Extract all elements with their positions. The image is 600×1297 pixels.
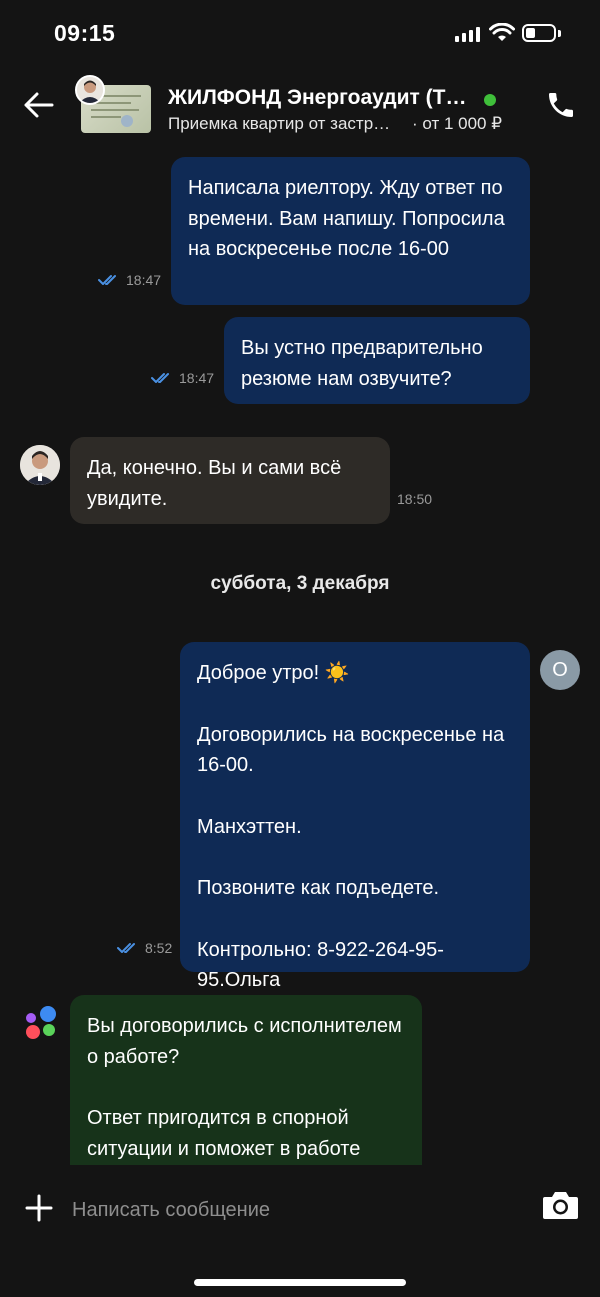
date-separator: суббота, 3 декабря: [210, 573, 390, 594]
camera-icon[interactable]: [542, 1190, 579, 1220]
battery-tip: [558, 30, 561, 37]
message-text: Написала риелтору. Жду ответ по времени.…: [188, 177, 505, 260]
home-indicator: [194, 1279, 406, 1286]
message-paragraph: Манхэттен.: [197, 815, 302, 838]
message-text: Вы устно предварительно резюме нам озвуч…: [241, 337, 483, 390]
phone-icon[interactable]: [545, 89, 577, 121]
back-arrow-icon[interactable]: [22, 90, 56, 120]
user-avatar[interactable]: О: [540, 650, 580, 690]
message-text: Да, конечно. Вы и сами всё увидите.: [87, 457, 342, 510]
message-paragraph: Договорились на воскресенье на 16-00.: [197, 723, 505, 777]
message-time: 18:47: [126, 272, 162, 288]
message-bubble-outgoing[interactable]: Доброе утро! ☀️ Договорились на воскресе…: [180, 642, 530, 991]
status-time: 09:15: [54, 20, 116, 46]
read-checks-icon: [98, 275, 116, 285]
battery-icon: [522, 24, 556, 42]
message-bubble-outgoing[interactable]: Написала риелтору. Жду ответ по времени.…: [171, 157, 530, 305]
listing-price: · от 1 000 ₽: [412, 114, 503, 133]
chat-title[interactable]: ЖИЛФОНД Энергоаудит (Т…: [168, 86, 466, 110]
composer-bar: [0, 1165, 600, 1297]
message-paragraph: Контрольно: 8-922-264-95-95.Ольга: [197, 938, 444, 992]
message-paragraph: Вы договорились с исполнителем о работе?: [87, 1015, 402, 1068]
message-paragraph: Ответ пригодится в спорной ситуации и по…: [87, 1107, 361, 1160]
plus-icon[interactable]: [25, 1194, 53, 1222]
message-meta: 18:47: [151, 370, 214, 386]
wifi-icon: [489, 23, 515, 41]
contact-avatar-small: [75, 75, 105, 105]
message-time: 18:47: [179, 370, 215, 386]
contact-avatar[interactable]: [20, 445, 60, 485]
message-paragraph: Доброе утро! ☀️: [197, 662, 350, 684]
message-time: 18:50: [397, 491, 433, 507]
message-bubble-incoming[interactable]: Да, конечно. Вы и сами всё увидите.: [70, 437, 390, 524]
message-time: 8:52: [145, 940, 173, 956]
listing-subtitle[interactable]: Приемка квартир от застр…: [168, 114, 390, 134]
read-checks-icon: [117, 943, 135, 953]
message-paragraph: Позвоните как подъедете.: [197, 877, 440, 899]
message-meta: 18:47: [98, 272, 161, 288]
message-meta: 18:50: [397, 491, 432, 507]
cellular-signal-icon: [455, 26, 480, 42]
message-meta: 8:52: [117, 940, 172, 956]
read-checks-icon: [151, 373, 169, 383]
service-logo-icon: [26, 1006, 56, 1039]
message-bubble-outgoing[interactable]: Вы устно предварительно резюме нам озвуч…: [224, 317, 530, 404]
online-status-indicator: [484, 94, 496, 106]
message-input[interactable]: [70, 1190, 514, 1230]
